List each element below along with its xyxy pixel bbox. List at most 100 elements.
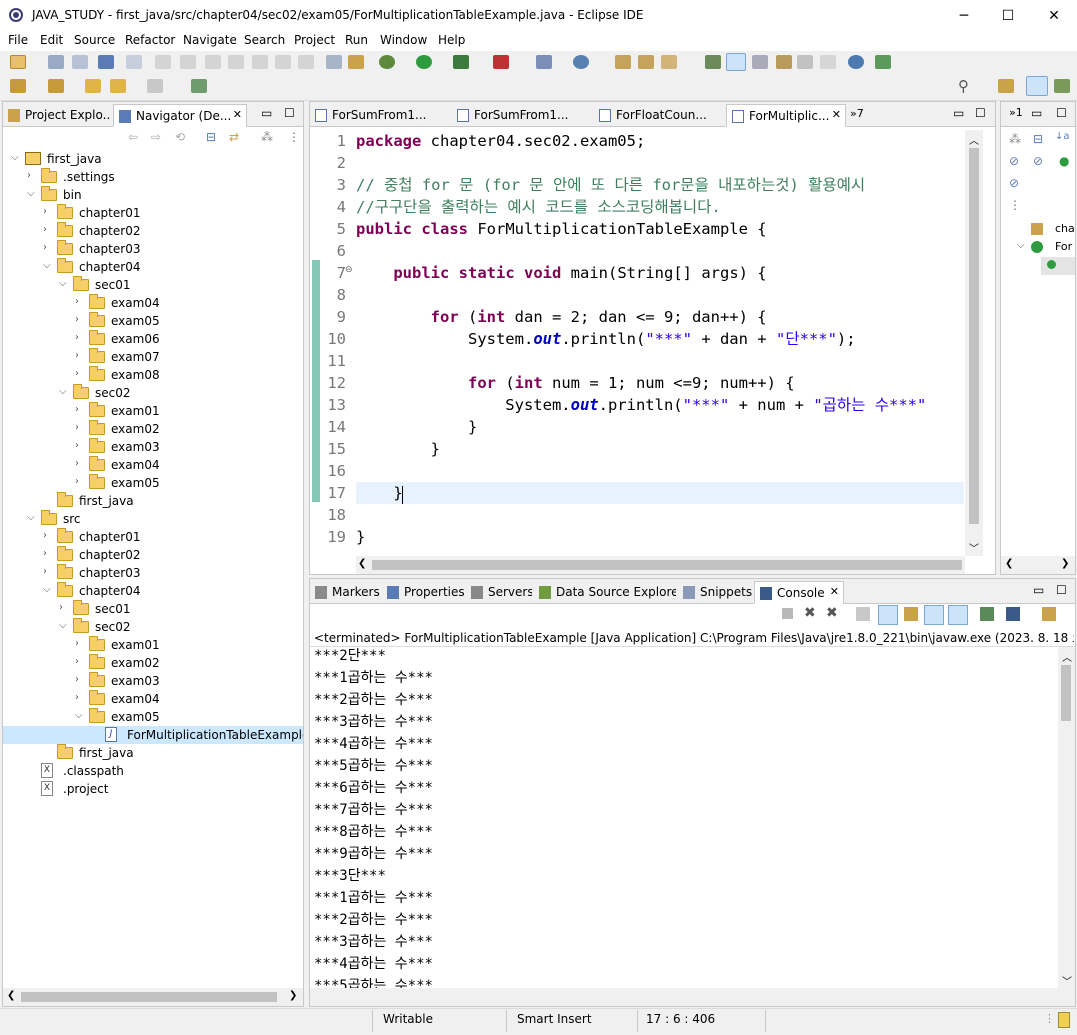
code-line[interactable]: } — [356, 416, 477, 438]
chevron-right-icon[interactable]: › — [75, 314, 85, 325]
code-line[interactable]: System.out.println("***" + dan + "단***")… — [356, 328, 856, 350]
minimize-panel-icon[interactable]: ▭ — [261, 106, 272, 120]
code-line[interactable]: // 중첩 for 문 (for 문 안에 또 다른 for문을 내포하는것) … — [356, 174, 865, 196]
tree-item[interactable]: X .classpath — [3, 762, 303, 780]
word-wrap-console-icon[interactable] — [904, 607, 918, 621]
remove-all-icon[interactable]: ✖ — [826, 605, 838, 621]
chevron-right-icon[interactable]: › — [75, 476, 85, 487]
code-line[interactable]: package chapter04.sec02.exam05; — [356, 130, 645, 152]
tree-item[interactable]: › exam01 — [3, 402, 303, 420]
chevron-down-icon[interactable]: ⌵ — [59, 620, 69, 631]
tree-item[interactable]: ⌵ chapter04 — [3, 258, 303, 276]
outline-item-class[interactable]: For — [1055, 240, 1072, 253]
outline-menu-icon[interactable]: ⋮ — [1009, 198, 1021, 212]
scroll-down-icon[interactable]: ﹀ — [969, 540, 979, 555]
chevron-right-icon[interactable]: › — [75, 296, 85, 307]
chevron-right-icon[interactable]: › — [43, 566, 53, 577]
forward-icon[interactable] — [147, 79, 163, 93]
tab-snippets[interactable]: Snippets — [678, 581, 752, 604]
menu-search[interactable]: Search — [244, 33, 285, 47]
show-stdout-icon[interactable] — [924, 605, 944, 625]
chevron-right-icon[interactable]: › — [75, 332, 85, 343]
tab-navigator[interactable]: Navigator (De... ✕ — [113, 104, 247, 127]
code-line[interactable]: //구구단을 출력하는 예시 코드를 소스코딩해봅니다. — [356, 196, 721, 218]
chevron-down-icon[interactable]: ⌵ — [27, 512, 37, 523]
outline-tab-icon[interactable]: »1 — [1009, 106, 1023, 119]
maximize-editor-icon[interactable]: ☐ — [975, 106, 986, 120]
scroll-thumb[interactable] — [21, 992, 277, 1002]
tree-item[interactable]: ⌵ first_java — [3, 150, 303, 168]
console-output[interactable]: ***2단*** ***1곱하는 수*** ***2곱하는 수*** ***3곱하는 … — [310, 645, 1058, 988]
editor-tab-1[interactable]: ForSumFrom1... — [310, 104, 450, 127]
coverage-icon[interactable] — [453, 55, 469, 69]
skip-breakpoints-icon[interactable] — [126, 55, 142, 69]
tree-item[interactable]: › .settings — [3, 168, 303, 186]
search-icon[interactable]: ⚲ — [958, 77, 974, 95]
code-line[interactable]: public class ForMultiplicationTableExamp… — [356, 218, 767, 240]
tree-item[interactable]: › exam06 — [3, 330, 303, 348]
close-tab-icon[interactable]: ✕ — [830, 585, 839, 598]
open-task-icon[interactable] — [638, 55, 654, 69]
chevron-right-icon[interactable]: › — [75, 404, 85, 415]
scroll-up-icon[interactable]: ︿ — [1062, 649, 1072, 664]
debug-perspective-icon[interactable] — [1054, 79, 1070, 93]
run-external-icon[interactable] — [493, 55, 509, 69]
pin-console-icon[interactable] — [980, 607, 994, 621]
menu-window[interactable]: Window — [380, 33, 427, 47]
code-line[interactable]: } — [356, 526, 365, 548]
terminal-icon[interactable] — [98, 55, 114, 69]
pin-icon[interactable] — [875, 55, 891, 69]
chevron-down-icon[interactable]: ⌵ — [1017, 240, 1025, 251]
open-perspective-toolbar-icon[interactable] — [191, 79, 207, 93]
forward-nav-icon[interactable]: ⇨ — [151, 130, 161, 144]
tree-item[interactable]: ⌵ sec02 — [3, 618, 303, 636]
code-line[interactable]: System.out.println("***" + num + "곱하는 수*… — [356, 394, 926, 416]
maximize-panel-icon[interactable]: ☐ — [1056, 583, 1067, 597]
chevron-right-icon[interactable]: › — [75, 692, 85, 703]
code-line[interactable]: public static void main(String[] args) { — [356, 262, 766, 284]
chevron-right-icon[interactable]: › — [43, 548, 53, 559]
menu-edit[interactable]: Edit — [40, 33, 63, 47]
chevron-right-icon[interactable]: › — [75, 368, 85, 379]
tree-item[interactable]: › exam02 — [3, 654, 303, 672]
resume-icon[interactable] — [155, 55, 171, 69]
open-type-icon[interactable] — [615, 55, 631, 69]
java-perspective-icon[interactable] — [1026, 76, 1048, 96]
clear-console-icon[interactable] — [856, 607, 870, 621]
minimize-editor-icon[interactable]: ▭ — [953, 106, 964, 120]
tree-item[interactable]: first_java — [3, 744, 303, 762]
tree-item[interactable]: › exam07 — [3, 348, 303, 366]
menu-file[interactable]: File — [8, 33, 28, 47]
tree-item[interactable]: ⌵ bin — [3, 186, 303, 204]
tree-item[interactable]: › chapter03 — [3, 240, 303, 258]
tree-item[interactable]: › exam08 — [3, 366, 303, 384]
minimize-button[interactable]: ─ — [941, 0, 987, 31]
tree-item[interactable]: first_java — [3, 492, 303, 510]
search-toolbar-icon[interactable] — [661, 55, 677, 69]
minimize-panel-icon[interactable]: ▭ — [1031, 106, 1042, 120]
chevron-down-icon[interactable]: ⌵ — [27, 188, 37, 199]
menu-help[interactable]: Help — [438, 33, 465, 47]
hide-static-icon[interactable]: ⊘ — [1033, 154, 1043, 168]
chevron-right-icon[interactable]: › — [27, 170, 37, 181]
fold-icon[interactable]: ⊖ — [345, 265, 353, 275]
chevron-down-icon[interactable]: ⌵ — [59, 278, 69, 289]
step-return-icon[interactable] — [298, 55, 314, 69]
tab-console[interactable]: Console ✕ — [754, 581, 844, 604]
tree-item[interactable]: › exam04 — [3, 456, 303, 474]
step-into-icon[interactable] — [252, 55, 268, 69]
tree-item[interactable]: › chapter02 — [3, 546, 303, 564]
close-tab-icon[interactable]: ✕ — [832, 108, 841, 121]
tab-servers[interactable]: Servers — [466, 581, 532, 604]
chevron-right-icon[interactable]: › — [75, 458, 85, 469]
tree-item[interactable]: › exam05 — [3, 312, 303, 330]
hide-nonpublic-icon[interactable]: ● — [1059, 154, 1069, 168]
scroll-left-icon[interactable]: ❮ — [7, 990, 15, 1001]
tree-item[interactable]: X .project — [3, 780, 303, 798]
tree-item[interactable]: › chapter01 — [3, 528, 303, 546]
terminate-icon[interactable] — [205, 55, 221, 69]
scroll-thumb[interactable] — [1061, 665, 1071, 721]
editor-hscrollbar[interactable]: ❮ — [356, 556, 965, 574]
menu-project[interactable]: Project — [294, 33, 335, 47]
next-annotation-icon[interactable] — [10, 79, 26, 93]
